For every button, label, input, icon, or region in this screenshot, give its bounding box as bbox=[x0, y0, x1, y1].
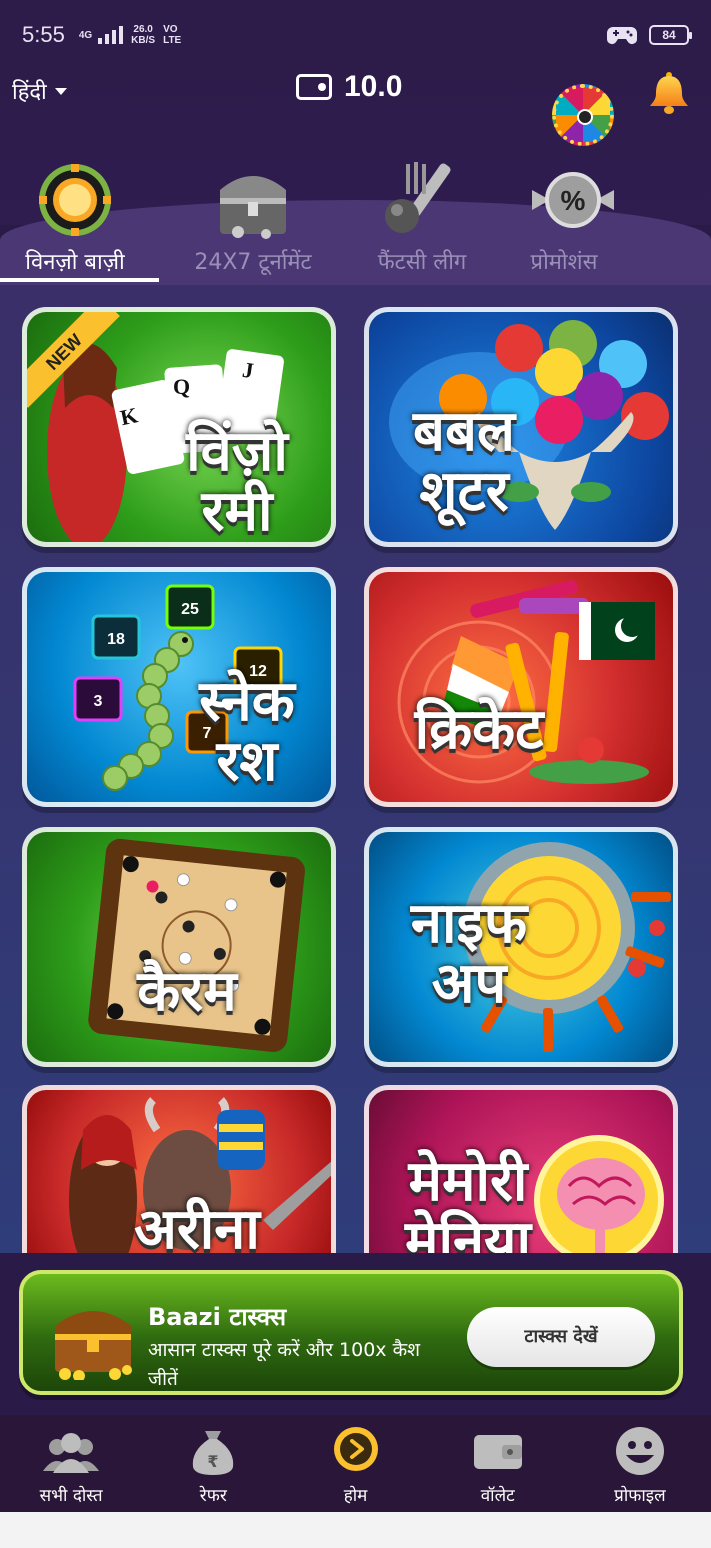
baazi-tasks-banner: Baazi टास्क्स आसान टास्क्स पूरे करें और … bbox=[19, 1270, 683, 1395]
game-title-cricket: क्रिकेट bbox=[389, 700, 569, 760]
game-title-line2: शूटर bbox=[419, 459, 509, 524]
spin-wheel-icon[interactable] bbox=[552, 84, 614, 146]
game-title-line1: बबल bbox=[413, 399, 515, 464]
friends-icon bbox=[43, 1433, 100, 1473]
view-tasks-button[interactable]: टास्क्स देखें bbox=[467, 1307, 655, 1367]
wallet-amount: 10.0 bbox=[344, 70, 403, 103]
volte-bottom: LTE bbox=[163, 35, 182, 46]
game-title-snake-rush: स्नेक रश bbox=[167, 672, 327, 792]
signal-icon bbox=[98, 26, 124, 44]
nav-label: प्रोफाइल bbox=[614, 1486, 666, 1506]
treasure-chest-icon bbox=[55, 1311, 132, 1380]
tile-18: 18 bbox=[107, 631, 125, 648]
volte-indicator: VO LTE bbox=[163, 24, 181, 46]
wallet-icon bbox=[296, 74, 332, 100]
gamepad-icon bbox=[607, 27, 637, 44]
tile-3: 3 bbox=[94, 693, 103, 710]
nav-profile[interactable]: प्रोफाइल bbox=[569, 1415, 711, 1512]
wallet-icon bbox=[473, 1435, 522, 1469]
game-title-line2: रमी bbox=[201, 479, 273, 544]
bottom-navigation: सभी दोस्त ₹ रेफर होम वॉलेट प्रोफाइल bbox=[0, 1415, 711, 1512]
banner-title: Baazi टास्क्स bbox=[148, 1303, 287, 1331]
nav-friends[interactable]: सभी दोस्त bbox=[0, 1415, 142, 1512]
money-bag-icon: ₹ bbox=[193, 1431, 234, 1475]
game-title-line2: मेनिया bbox=[404, 1209, 532, 1254]
nav-home[interactable]: होम bbox=[284, 1415, 426, 1512]
treasure-chest-icon bbox=[220, 176, 286, 239]
nav-label: होम bbox=[343, 1486, 368, 1506]
games-grid: K Q J NEW विंज़ो रमी बबल शूटर 18 25 12 3… bbox=[0, 285, 711, 1253]
caret-down-icon bbox=[54, 87, 67, 95]
game-title-line1: मेमोरी bbox=[408, 1149, 528, 1214]
network-speed: 26.0 KB/S bbox=[131, 24, 155, 46]
speed-value: 26.0 bbox=[133, 24, 153, 35]
active-tab-indicator bbox=[0, 278, 159, 282]
battery-indicator: 84 bbox=[649, 25, 692, 45]
speed-unit: KB/S bbox=[131, 35, 156, 46]
tile-25: 25 bbox=[181, 601, 199, 618]
bell-icon[interactable] bbox=[646, 70, 692, 116]
cricket-bat-ball-icon bbox=[385, 162, 451, 233]
game-card-cricket[interactable]: क्रिकेट bbox=[364, 567, 678, 807]
game-title-memory-mania: मेमोरी मेनिया bbox=[383, 1149, 553, 1254]
wallet-balance[interactable]: 10.0 bbox=[296, 70, 402, 104]
nav-label: सभी दोस्त bbox=[39, 1486, 103, 1506]
status-right: 84 bbox=[607, 24, 692, 46]
game-card-knife-up[interactable]: नाइफ अप bbox=[364, 827, 678, 1067]
nav-wallet[interactable]: वॉलेट bbox=[427, 1415, 569, 1512]
system-navigation-bar bbox=[0, 1512, 711, 1548]
cricket-artwork bbox=[397, 580, 655, 784]
percent-candy-icon: % bbox=[532, 172, 614, 228]
home-play-icon bbox=[333, 1427, 378, 1471]
carrom-artwork bbox=[88, 838, 305, 1052]
game-title-line2: अप bbox=[431, 951, 507, 1016]
nav-label: वॉलेट bbox=[480, 1486, 515, 1506]
card-q-label: Q bbox=[173, 374, 190, 399]
tab-promotions[interactable]: प्रोमोशंस bbox=[514, 246, 614, 276]
game-card-arena[interactable]: अरीना bbox=[22, 1085, 336, 1253]
banner-description: आसान टास्क्स पूरे करें और 100x कैश जीतें bbox=[148, 1339, 421, 1390]
volte-top: VO bbox=[163, 24, 178, 35]
game-title-carrom: कैरम bbox=[87, 962, 287, 1022]
game-title-knife-up: नाइफ अप bbox=[389, 894, 549, 1014]
tab-tournaments[interactable]: 24X7 टूर्नामेंट bbox=[178, 246, 328, 276]
game-card-bubble-shooter[interactable]: बबल शूटर bbox=[364, 307, 678, 547]
game-title-line1: विंज़ो bbox=[186, 419, 288, 484]
game-card-carrom[interactable]: कैरम bbox=[22, 827, 336, 1067]
gold-chip-icon bbox=[39, 164, 111, 236]
nav-label: रेफर bbox=[199, 1486, 227, 1506]
status-bar: 5:55 4G 26.0 KB/S VO LTE 84 bbox=[0, 0, 711, 70]
game-card-memory-mania[interactable]: मेमोरी मेनिया bbox=[364, 1085, 678, 1253]
tab-fantasy-league[interactable]: फैंटसी लीग bbox=[362, 246, 482, 276]
game-title-rummy: विंज़ो रमी bbox=[147, 422, 327, 542]
game-title-arena: अरीना bbox=[107, 1197, 287, 1254]
svg-text:₹: ₹ bbox=[208, 1452, 219, 1471]
game-card-rummy[interactable]: K Q J NEW विंज़ो रमी bbox=[22, 307, 336, 547]
game-title-bubble-shooter: बबल शूटर bbox=[389, 402, 539, 522]
smiley-profile-icon bbox=[615, 1427, 664, 1475]
tab-winzo-baazi[interactable]: विनज़ो बाज़ी bbox=[10, 246, 140, 276]
network-type: 4G bbox=[78, 29, 93, 41]
game-title-line1: अरीना bbox=[134, 1197, 260, 1254]
game-card-snake-rush[interactable]: 18 25 12 3 7 स्नेक रश bbox=[22, 567, 336, 807]
nav-refer[interactable]: ₹ रेफर bbox=[142, 1415, 284, 1512]
svg-text:%: % bbox=[561, 185, 586, 216]
status-time: 5:55 bbox=[22, 22, 65, 47]
language-selector[interactable]: हिंदी bbox=[12, 76, 67, 106]
game-title-line2: कैरम bbox=[137, 959, 237, 1024]
game-title-line1: नाइफ bbox=[410, 891, 528, 956]
game-title-line1: स्नेक bbox=[199, 669, 295, 734]
language-label: हिंदी bbox=[12, 80, 47, 105]
game-title-line2: रश bbox=[216, 729, 278, 794]
game-title-line1: क्रिकेट bbox=[414, 697, 544, 762]
